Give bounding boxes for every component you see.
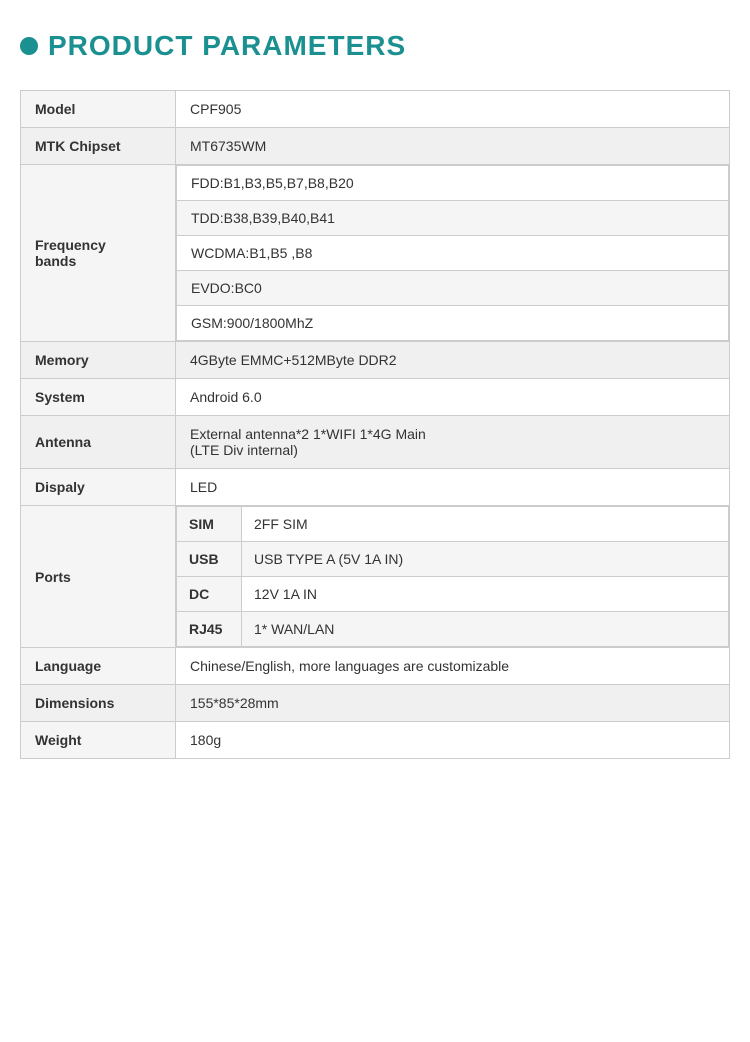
port-label: RJ45: [177, 612, 242, 647]
frequency-values: FDD:B1,B3,B5,B7,B8,B20TDD:B38,B39,B40,B4…: [176, 165, 730, 342]
port-label: DC: [177, 577, 242, 612]
table-row: Memory 4GByte EMMC+512MByte DDR2: [21, 342, 730, 379]
row-label: Model: [21, 91, 176, 128]
table-row: Language Chinese/English, more languages…: [21, 648, 730, 685]
row-label: Weight: [21, 722, 176, 759]
row-value: CPF905: [176, 91, 730, 128]
row-label: Language: [21, 648, 176, 685]
params-table: Model CPF905 MTK Chipset MT6735WM Freque…: [20, 90, 730, 759]
row-value: 155*85*28mm: [176, 685, 730, 722]
table-row: Antenna External antenna*2 1*WIFI 1*4G M…: [21, 416, 730, 469]
title-bullet: [20, 37, 38, 55]
ports-values: SIM 2FF SIM USB USB TYPE A (5V 1A IN) DC…: [176, 506, 730, 648]
port-label: USB: [177, 542, 242, 577]
table-row: Weight 180g: [21, 722, 730, 759]
table-row: Model CPF905: [21, 91, 730, 128]
frequency-label: Frequencybands: [21, 165, 176, 342]
port-value: USB TYPE A (5V 1A IN): [242, 542, 729, 577]
row-label: Memory: [21, 342, 176, 379]
port-value: 2FF SIM: [242, 507, 729, 542]
row-value: External antenna*2 1*WIFI 1*4G Main (LTE…: [176, 416, 730, 469]
ports-row: Ports SIM 2FF SIM USB USB TYPE A (5V 1A …: [21, 506, 730, 648]
row-value: MT6735WM: [176, 128, 730, 165]
port-value: 1* WAN/LAN: [242, 612, 729, 647]
freq-value: EVDO:BC0: [177, 271, 729, 306]
row-label: Dispaly: [21, 469, 176, 506]
page-title-section: PRODUCT PARAMETERS: [20, 30, 730, 62]
row-value: 4GByte EMMC+512MByte DDR2: [176, 342, 730, 379]
ports-label: Ports: [21, 506, 176, 648]
table-row: System Android 6.0: [21, 379, 730, 416]
row-value: Chinese/English, more languages are cust…: [176, 648, 730, 685]
table-row: Dimensions 155*85*28mm: [21, 685, 730, 722]
row-label: Antenna: [21, 416, 176, 469]
row-value: 180g: [176, 722, 730, 759]
row-label: MTK Chipset: [21, 128, 176, 165]
freq-value: GSM:900/1800MhZ: [177, 306, 729, 341]
row-label: System: [21, 379, 176, 416]
freq-value: TDD:B38,B39,B40,B41: [177, 201, 729, 236]
row-label: Dimensions: [21, 685, 176, 722]
port-value: 12V 1A IN: [242, 577, 729, 612]
frequency-row: Frequencybands FDD:B1,B3,B5,B7,B8,B20TDD…: [21, 165, 730, 342]
row-value: LED: [176, 469, 730, 506]
table-row: MTK Chipset MT6735WM: [21, 128, 730, 165]
row-value: Android 6.0: [176, 379, 730, 416]
table-row: Dispaly LED: [21, 469, 730, 506]
freq-value: FDD:B1,B3,B5,B7,B8,B20: [177, 166, 729, 201]
page-title: PRODUCT PARAMETERS: [48, 30, 406, 62]
port-label: SIM: [177, 507, 242, 542]
freq-value: WCDMA:B1,B5 ,B8: [177, 236, 729, 271]
